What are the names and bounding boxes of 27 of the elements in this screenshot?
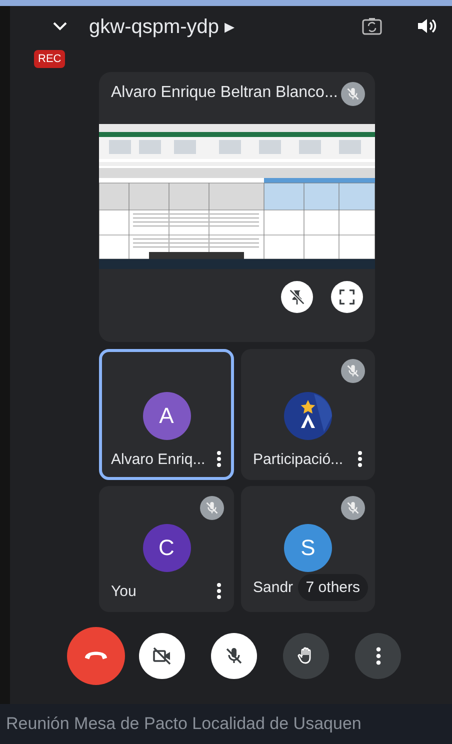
participant-name: Participació... [253,450,344,468]
participant-tile[interactable]: Participació... [241,349,375,480]
others-count[interactable]: 7 others [298,574,368,601]
participant-name: You [111,582,136,600]
fullscreen-button[interactable] [331,281,363,313]
star-logo-icon [284,392,332,440]
crossed-pin-icon [287,287,307,307]
participant-tile[interactable]: C You [99,486,234,612]
unpin-button[interactable] [281,281,313,313]
avatar: A [142,392,190,440]
presenter-name: Alvaro Enrique Beltran Blanco... [111,84,339,102]
meeting-title: Reunión Mesa de Pacto Localidad de Usaquen [0,704,452,744]
phone-icon [85,651,107,660]
meeting-code[interactable]: gkw-qspm-ydp ▸ [89,14,235,38]
participant-name: Sandr [253,579,294,596]
avatar: C [142,524,190,572]
recording-badge: REC [34,50,66,68]
more-options-button[interactable] [355,632,401,678]
more-options-icon [376,646,380,664]
avatar: S [284,524,332,572]
participant-name: Alvaro Enriq... [111,450,206,468]
camera-button[interactable] [139,632,185,678]
participant-tile[interactable]: S Sandr 7 others [241,486,375,612]
microphone-button[interactable] [211,632,257,678]
raise-hand-button[interactable] [283,632,329,678]
fullscreen-icon [337,287,357,307]
participant-tile[interactable]: A Alvaro Enriq... [99,349,234,480]
